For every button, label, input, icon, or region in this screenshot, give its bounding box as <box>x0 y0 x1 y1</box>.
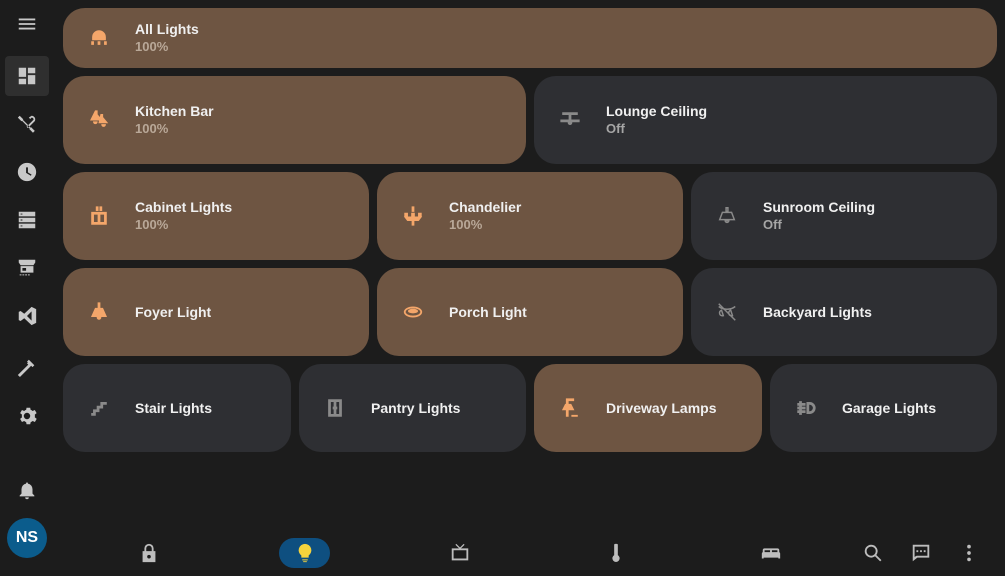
card-text: Pantry Lights <box>371 399 460 417</box>
lock-icon <box>142 543 156 563</box>
assist-chat-icon <box>912 544 930 562</box>
card-name: Kitchen Bar <box>135 103 214 119</box>
nav-tv[interactable] <box>445 538 475 568</box>
stairs-icon <box>87 396 111 420</box>
card-name: Porch Light <box>449 304 527 320</box>
flush-light-icon <box>401 300 425 324</box>
card-text: Lounge Ceiling Off <box>606 102 707 138</box>
more-vertical-icon <box>967 544 971 562</box>
search-icon <box>864 544 882 562</box>
nav-lock[interactable] <box>134 538 164 568</box>
card-state: Off <box>763 217 782 232</box>
card-name: Stair Lights <box>135 400 213 416</box>
vscode-icon <box>18 306 37 326</box>
sidebar-item-history[interactable] <box>5 152 49 192</box>
tools-icon <box>17 115 36 133</box>
light-card-chandelier[interactable]: Chandelier 100% <box>377 172 683 260</box>
sidebar-item-developer-tools[interactable] <box>5 348 49 388</box>
settings-icon <box>20 407 37 425</box>
sidebar-item-tools[interactable] <box>5 104 49 144</box>
card-name: Cabinet Lights <box>135 199 233 215</box>
search-button[interactable] <box>858 538 888 568</box>
card-name: Foyer Light <box>135 304 212 320</box>
light-card-cabinet-lights[interactable]: Cabinet Lights 100% <box>63 172 369 260</box>
pendant-lights-icon <box>87 108 111 132</box>
light-card-lounge-ceiling[interactable]: Lounge Ceiling Off <box>534 76 997 164</box>
card-name: Chandelier <box>449 199 522 215</box>
card-text: Foyer Light <box>135 303 211 321</box>
card-text: Backyard Lights <box>763 303 872 321</box>
card-text: Garage Lights <box>842 399 936 417</box>
card-name: Garage Lights <box>842 400 937 416</box>
dashboard-icon <box>18 67 36 85</box>
sidebar-item-hacs[interactable] <box>5 248 49 288</box>
card-text: Stair Lights <box>135 399 212 417</box>
history-icon <box>17 162 37 182</box>
sidebar-item-overview[interactable] <box>5 56 49 96</box>
bell-icon <box>19 482 35 500</box>
nav-lights[interactable] <box>279 538 330 568</box>
avatar[interactable]: NS <box>7 518 47 558</box>
card-text: Kitchen Bar 100% <box>135 102 214 138</box>
pendant-light-icon <box>87 300 111 324</box>
tv-icon <box>451 543 469 561</box>
card-text: Cabinet Lights 100% <box>135 198 232 234</box>
parking-light-icon <box>794 396 818 420</box>
outdoor-lamp-icon <box>558 396 582 420</box>
light-card-stair-lights[interactable]: Stair Lights <box>63 364 291 452</box>
card-state: Off <box>606 121 625 136</box>
server-icon <box>18 211 36 229</box>
light-card-pantry-lights[interactable]: Pantry Lights <box>299 364 526 452</box>
card-name: Pantry Lights <box>371 400 461 416</box>
card-text: Sunroom Ceiling Off <box>763 198 875 234</box>
more-options-button[interactable] <box>954 538 984 568</box>
card-name: Driveway Lamps <box>606 400 717 416</box>
menu-icon <box>18 18 36 30</box>
sidebar: NS <box>0 0 54 576</box>
sidebar-item-settings[interactable] <box>5 396 49 436</box>
card-text: Porch Light <box>449 303 527 321</box>
card-state: 100% <box>135 39 169 54</box>
card-text: Driveway Lamps <box>606 399 717 417</box>
light-card-porch-light[interactable]: Porch Light <box>377 268 683 356</box>
sofa-icon <box>761 548 781 559</box>
nav-climate[interactable] <box>601 538 631 568</box>
sidebar-item-vscode[interactable] <box>5 296 49 336</box>
light-card-all-lights[interactable]: All Lights 100% <box>63 8 997 68</box>
menu-button[interactable] <box>5 4 49 44</box>
card-name: Sunroom Ceiling <box>763 199 875 215</box>
hammer-icon <box>17 359 35 377</box>
card-name: Backyard Lights <box>763 304 872 320</box>
light-card-driveway-lamps[interactable]: Driveway Lamps <box>534 364 762 452</box>
ceiling-light-icon <box>715 204 739 228</box>
card-state: 100% <box>135 217 169 232</box>
card-text: All Lights 100% <box>135 20 199 56</box>
wardrobe-icon <box>323 396 347 420</box>
string-lights-off-icon <box>715 300 739 324</box>
ceiling-fan-light-icon <box>558 108 582 132</box>
card-name: Lounge Ceiling <box>606 103 708 119</box>
chandelier-icon <box>401 204 425 228</box>
notifications-button[interactable] <box>5 470 49 510</box>
sidebar-item-server[interactable] <box>5 200 49 240</box>
light-card-foyer-light[interactable]: Foyer Light <box>63 268 369 356</box>
light-card-backyard-lights[interactable]: Backyard Lights <box>691 268 997 356</box>
hacs-store-icon <box>18 259 36 276</box>
cabinet-light-icon <box>87 204 111 228</box>
card-text: Chandelier 100% <box>449 198 521 234</box>
card-state: 100% <box>135 121 169 136</box>
card-name: All Lights <box>135 21 199 37</box>
assist-button[interactable] <box>906 538 936 568</box>
light-card-garage-lights[interactable]: Garage Lights <box>770 364 997 452</box>
light-card-sunroom-ceiling[interactable]: Sunroom Ceiling Off <box>691 172 997 260</box>
ceiling-lights-icon <box>87 26 111 50</box>
light-card-kitchen-bar[interactable]: Kitchen Bar 100% <box>63 76 526 164</box>
lightbulb-icon <box>298 543 311 563</box>
nav-living-room[interactable] <box>756 538 786 568</box>
card-state: 100% <box>449 217 483 232</box>
thermometer-icon <box>612 543 620 562</box>
bottom-nav <box>54 530 1005 576</box>
